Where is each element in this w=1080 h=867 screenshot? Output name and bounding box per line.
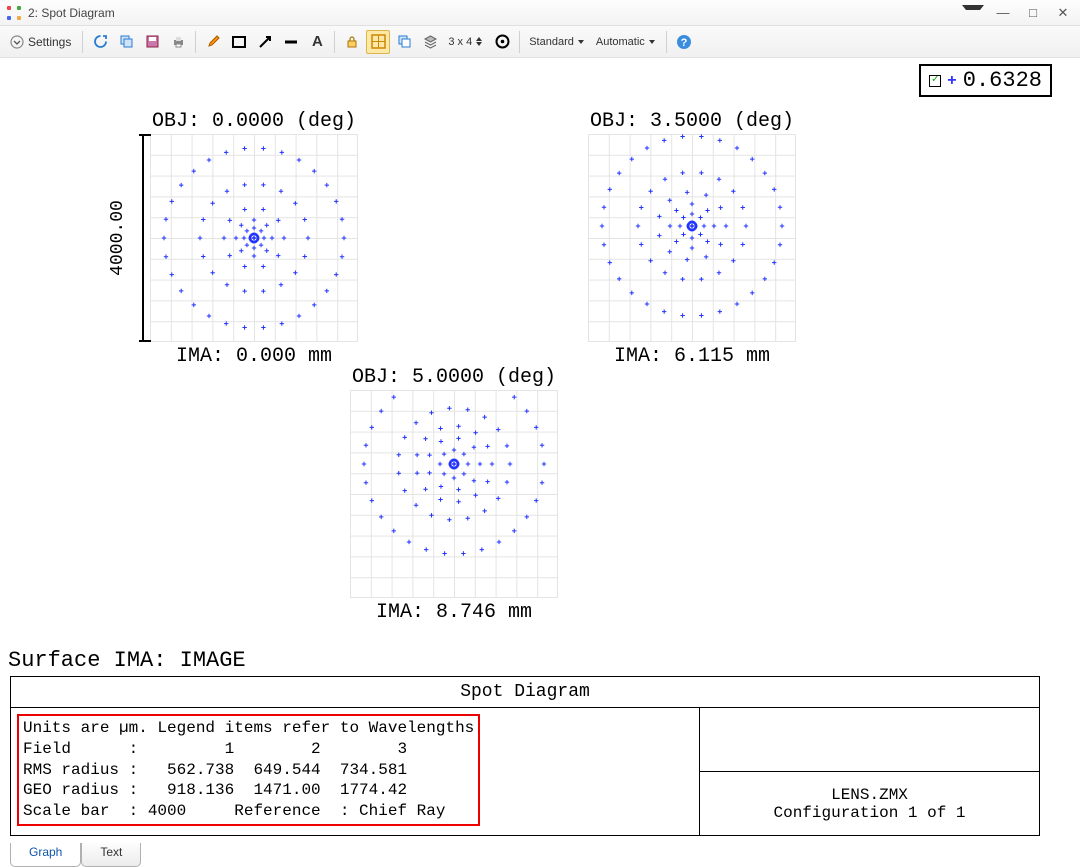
spot-diagram-2: OBJ: 3.5000 (deg)IMA: 6.115 mm (588, 134, 796, 342)
surface-label: Surface IMA: IMAGE (8, 648, 246, 673)
refresh-button[interactable] (88, 30, 112, 54)
color-mode-selector[interactable]: Standard (525, 30, 590, 54)
arrow-tool[interactable] (253, 30, 277, 54)
lock-button[interactable] (340, 30, 364, 54)
spot-diagram-3: OBJ: 5.0000 (deg)IMA: 8.746 mm (350, 390, 558, 598)
spot-points (150, 134, 358, 342)
grid-size-label: 3 x 4 (448, 36, 472, 48)
spot-diagram-1: OBJ: 0.0000 (deg)IMA: 0.000 mm4000.00 (150, 134, 358, 342)
edit-button[interactable] (201, 30, 225, 54)
diagram-title: Spot Diagram (10, 676, 1040, 708)
help-button[interactable]: ? (672, 30, 696, 54)
save-button[interactable] (140, 30, 164, 54)
automatic-label: Automatic (596, 36, 645, 48)
automatic-selector[interactable]: Automatic (592, 30, 661, 54)
target-button[interactable] (490, 30, 514, 54)
config-label: Configuration 1 of 1 (773, 804, 965, 822)
dropdown-icon[interactable] (962, 5, 984, 21)
ima-label: IMA: 6.115 mm (588, 345, 796, 368)
spot-plot-area: OBJ: 0.0000 (deg)IMA: 0.000 mm4000.00OBJ… (0, 56, 1080, 676)
window-layout-button[interactable] (366, 30, 390, 54)
color-mode-label: Standard (529, 36, 574, 48)
settings-label: Settings (28, 35, 71, 49)
toolbar: Settings A 3 x 4 Standard Automatic ? (0, 26, 1080, 58)
maximize-button[interactable]: □ (1022, 5, 1044, 21)
ima-label: IMA: 8.746 mm (350, 601, 558, 624)
titlebar: 2: Spot Diagram — □ ✕ (0, 0, 1080, 26)
windows-button[interactable] (392, 30, 416, 54)
spot-points (350, 390, 558, 598)
scale-bar: 4000.00 (130, 134, 150, 342)
app-icon (6, 5, 22, 21)
obj-label: OBJ: 0.0000 (deg) (150, 110, 358, 133)
print-button[interactable] (166, 30, 190, 54)
text-tool[interactable]: A (305, 30, 329, 54)
config-bottom: LENS.ZMX Configuration 1 of 1 (700, 772, 1039, 835)
stats-text: Units are µm. Legend items refer to Wave… (17, 714, 480, 826)
layers-button[interactable] (418, 30, 442, 54)
close-button[interactable]: ✕ (1052, 5, 1074, 21)
info-panel: Units are µm. Legend items refer to Wave… (10, 708, 1040, 836)
line-tool[interactable] (279, 30, 303, 54)
obj-label: OBJ: 3.5000 (deg) (588, 110, 796, 133)
settings-button[interactable]: Settings (4, 30, 77, 54)
file-label: LENS.ZMX (831, 786, 908, 804)
minimize-button[interactable]: — (992, 5, 1014, 21)
copy-button[interactable] (114, 30, 138, 54)
rectangle-tool[interactable] (227, 30, 251, 54)
svg-text:?: ? (680, 37, 687, 49)
grid-size-selector[interactable]: 3 x 4 (444, 30, 488, 54)
bottom-tabs: Graph Text (10, 843, 141, 867)
spot-points (588, 134, 796, 342)
config-top (700, 708, 1039, 772)
info-left: Units are µm. Legend items refer to Wave… (10, 708, 700, 836)
ima-label: IMA: 0.000 mm (150, 345, 358, 368)
tab-text[interactable]: Text (81, 843, 141, 867)
obj-label: OBJ: 5.0000 (deg) (350, 366, 558, 389)
info-right: LENS.ZMX Configuration 1 of 1 (700, 708, 1040, 836)
tab-graph[interactable]: Graph (10, 843, 81, 867)
window-title: 2: Spot Diagram (28, 6, 962, 20)
